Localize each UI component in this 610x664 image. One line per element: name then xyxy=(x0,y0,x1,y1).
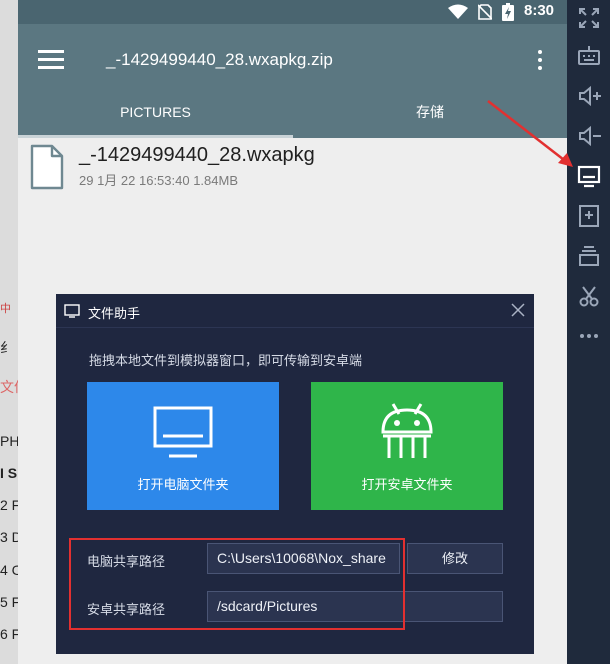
background-text: 中 xyxy=(0,303,11,315)
android-icon xyxy=(381,403,433,458)
no-sim-icon xyxy=(478,4,492,20)
background-text: 4 C xyxy=(0,562,18,578)
hamburger-menu-icon[interactable] xyxy=(38,50,64,70)
background-text: 2 F xyxy=(0,497,18,513)
background-text: 5 F xyxy=(0,594,18,610)
file-meta: 29 1月 22 16:53:40 1.84MB xyxy=(79,173,239,188)
pc-share-path-label: 电脑共享路径 xyxy=(87,554,166,569)
more-icon[interactable] xyxy=(575,322,603,350)
background-window-strip: 中 纟 文件 PH I S 2 F 3 D 4 C 5 F 6 F xyxy=(0,0,18,664)
wifi-icon xyxy=(448,4,468,19)
close-icon[interactable] xyxy=(510,302,526,318)
pc-share-path-field[interactable]: C:\Users\10068\Nox_share xyxy=(207,543,400,574)
monitor-icon xyxy=(64,304,80,318)
background-text: 3 D xyxy=(0,529,18,545)
tab-bar: PICTURES 存储 xyxy=(18,74,567,138)
install-apk-icon[interactable] xyxy=(575,202,603,230)
dialog-titlebar: 文件助手 xyxy=(56,294,534,328)
file-name: _-1429499440_28.wxapkg xyxy=(79,144,315,166)
overflow-menu-icon[interactable] xyxy=(530,46,550,74)
status-time: 8:30 xyxy=(524,2,555,19)
modify-button[interactable]: 修改 xyxy=(407,543,503,574)
open-pc-folder-label: 打开电脑文件夹 xyxy=(137,477,229,492)
emulator-sidebar xyxy=(567,0,610,664)
keyboard-icon[interactable] xyxy=(575,42,603,70)
background-text: 文件 xyxy=(0,379,18,395)
screenshot-scissors-icon[interactable] xyxy=(575,282,603,310)
file-assistant-icon[interactable] xyxy=(575,162,603,190)
tab-storage[interactable]: 存储 xyxy=(293,74,567,138)
background-text: PH xyxy=(0,433,18,449)
file-icon xyxy=(30,144,64,190)
android-status-bar: 8:30 xyxy=(18,0,567,24)
battery-charging-icon xyxy=(502,3,514,21)
background-text: I S xyxy=(0,465,18,481)
file-assistant-dialog: 文件助手 拖拽本地文件到模拟器窗口，即可传输到安卓端 打开电脑文件夹 打开安卓文… xyxy=(56,294,534,654)
dialog-hint-text: 拖拽本地文件到模拟器窗口，即可传输到安卓端 xyxy=(89,353,363,368)
toolbar-title: _-1429499440_28.wxapkg.zip xyxy=(106,50,333,69)
file-list-item[interactable]: _-1429499440_28.wxapkg 29 1月 22 16:53:40… xyxy=(18,138,567,200)
monitor-icon xyxy=(153,406,213,458)
background-text: 6 F xyxy=(0,626,18,642)
open-android-folder-label: 打开安卓文件夹 xyxy=(361,477,453,492)
android-share-path-field[interactable]: /sdcard/Pictures xyxy=(207,591,503,622)
dialog-title: 文件助手 xyxy=(88,306,141,321)
volume-down-icon[interactable] xyxy=(575,122,603,150)
multi-instance-icon[interactable] xyxy=(575,242,603,270)
android-share-path-label: 安卓共享路径 xyxy=(87,602,166,617)
background-text: 纟 xyxy=(0,340,14,356)
open-android-folder-button[interactable]: 打开安卓文件夹 xyxy=(311,382,503,510)
volume-up-icon[interactable] xyxy=(575,82,603,110)
open-pc-folder-button[interactable]: 打开电脑文件夹 xyxy=(87,382,279,510)
tab-pictures[interactable]: PICTURES xyxy=(18,74,293,138)
fullscreen-icon[interactable] xyxy=(575,4,603,32)
